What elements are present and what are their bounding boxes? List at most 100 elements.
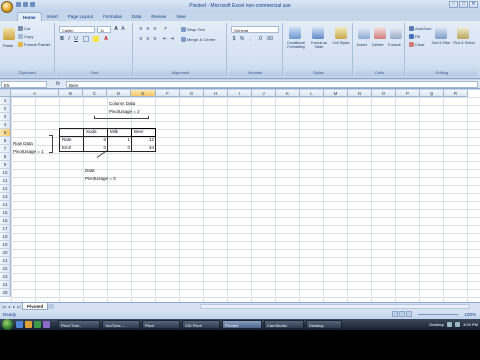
insert-function-icon[interactable]: fx: [56, 81, 60, 87]
table-header-milk[interactable]: Milk: [110, 128, 118, 136]
insert-sheet-icon[interactable]: [48, 304, 54, 309]
column-header[interactable]: R: [444, 90, 468, 97]
tab-insert[interactable]: Insert: [42, 12, 63, 21]
horizontal-scrollbar[interactable]: [200, 304, 470, 309]
column-header[interactable]: P: [396, 90, 420, 97]
tray-label[interactable]: Desktop: [429, 322, 444, 327]
cell-styles-button[interactable]: Cell Styles: [331, 41, 351, 45]
format-table-icon[interactable]: [312, 27, 324, 39]
cell-grid[interactable]: Column Data PivotUsage = 2 Row Data Pivo…: [11, 97, 480, 302]
row-header[interactable]: 21: [0, 257, 11, 265]
format-painter-button[interactable]: Format Painter: [18, 42, 50, 48]
tab-formulas[interactable]: Formulas: [98, 12, 127, 21]
font-name-select[interactable]: Calibri: [59, 26, 95, 33]
find-select-icon[interactable]: [457, 27, 469, 39]
tab-view[interactable]: View: [171, 12, 191, 21]
decrease-decimal-icon[interactable]: .00: [266, 36, 273, 42]
column-header[interactable]: K: [276, 90, 300, 97]
row-header[interactable]: 5: [0, 129, 11, 137]
network-icon[interactable]: [447, 322, 453, 327]
row-header[interactable]: 3: [0, 113, 11, 121]
table-cell[interactable]: 0: [108, 144, 131, 152]
comma-icon[interactable]: ,: [247, 36, 253, 42]
orientation-icon[interactable]: ↗: [162, 26, 168, 32]
row-header[interactable]: 14: [0, 201, 11, 209]
active-cell-selection[interactable]: [131, 128, 156, 137]
next-sheet-icon[interactable]: ▸: [12, 304, 16, 309]
sort-filter-icon[interactable]: [435, 27, 447, 39]
row-header[interactable]: 8: [0, 153, 11, 161]
row-header[interactable]: 24: [0, 281, 11, 289]
tab-data[interactable]: Data: [127, 12, 147, 21]
autosum-button[interactable]: AutoSum: [409, 26, 431, 32]
conditional-formatting-button[interactable]: Conditional Formatting: [285, 41, 307, 49]
column-header[interactable]: M: [324, 90, 348, 97]
shrink-font-button[interactable]: A: [120, 26, 126, 32]
minimize-button[interactable]: –: [449, 1, 458, 8]
paste-button[interactable]: Paste: [3, 43, 13, 48]
borders-button[interactable]: [83, 36, 89, 42]
normal-view-icon[interactable]: [392, 311, 398, 317]
page-layout-view-icon[interactable]: [399, 311, 405, 317]
table-cell[interactable]: 0: [84, 144, 107, 152]
increase-indent-icon[interactable]: ⇥: [169, 36, 175, 42]
table-cell[interactable]: 6: [84, 136, 107, 144]
column-header[interactable]: O: [372, 90, 396, 97]
row-header[interactable]: 2: [0, 105, 11, 113]
column-header[interactable]: A: [11, 90, 59, 97]
taskbar-button[interactable]: SID Pivot: [182, 320, 220, 329]
row-header[interactable]: 18: [0, 233, 11, 241]
fill-button[interactable]: Fill: [409, 34, 420, 40]
row-header[interactable]: 12: [0, 185, 11, 193]
delete-button[interactable]: Delete: [372, 42, 384, 47]
row-header[interactable]: 22: [0, 265, 11, 273]
name-box[interactable]: E5: [1, 81, 47, 88]
align-middle-icon[interactable]: ≡: [145, 26, 151, 32]
align-bottom-icon[interactable]: ≡: [152, 26, 158, 32]
paste-icon[interactable]: [3, 28, 15, 40]
percent-icon[interactable]: %: [239, 36, 245, 42]
row-header[interactable]: 25: [0, 289, 11, 297]
align-left-icon[interactable]: ≡: [138, 36, 144, 42]
row-header[interactable]: 9: [0, 161, 11, 169]
grow-font-button[interactable]: A: [113, 26, 119, 32]
row-header[interactable]: 11: [0, 177, 11, 185]
column-header[interactable]: G: [180, 90, 204, 97]
row-header[interactable]: 4: [0, 121, 11, 129]
table-cell[interactable]: 34: [132, 144, 155, 152]
column-header[interactable]: B: [59, 90, 83, 97]
align-right-icon[interactable]: ≡: [152, 36, 158, 42]
row-header[interactable]: 7: [0, 145, 11, 153]
tab-review[interactable]: Review: [146, 12, 171, 21]
bold-button[interactable]: B: [59, 36, 65, 42]
app-icon[interactable]: [43, 321, 50, 328]
row-header[interactable]: 16: [0, 217, 11, 225]
taskbar-button-active[interactable]: Pivoted: [222, 320, 262, 329]
currency-icon[interactable]: $: [231, 36, 237, 42]
sort-filter-button[interactable]: Sort & Filter: [431, 41, 451, 45]
tab-page-layout[interactable]: Page Layout: [63, 12, 98, 21]
zoom-level[interactable]: 100%: [464, 312, 476, 317]
clear-button[interactable]: Clear: [409, 42, 425, 48]
last-sheet-icon[interactable]: ▸|: [17, 304, 21, 309]
ie-icon[interactable]: [16, 321, 23, 328]
font-color-button[interactable]: A: [103, 36, 109, 42]
cut-button[interactable]: Cut: [18, 26, 30, 32]
prev-sheet-icon[interactable]: ◂: [7, 304, 11, 309]
find-select-button[interactable]: Find & Select: [453, 41, 475, 45]
taskbar-button[interactable]: Desktop: [306, 320, 342, 329]
column-header[interactable]: H: [204, 90, 228, 97]
first-sheet-icon[interactable]: |◂: [2, 304, 6, 309]
copy-button[interactable]: Copy: [18, 34, 33, 40]
excel-icon[interactable]: [34, 321, 41, 328]
tab-home[interactable]: Home: [17, 12, 42, 21]
taskbar-button[interactable]: YouTube -...: [102, 320, 140, 329]
conditional-formatting-icon[interactable]: [289, 27, 301, 39]
column-header[interactable]: N: [348, 90, 372, 97]
volume-icon[interactable]: [455, 322, 461, 327]
merge-center-button[interactable]: Merge & Center: [181, 37, 215, 43]
column-header[interactable]: I: [228, 90, 252, 97]
column-header[interactable]: D: [107, 90, 131, 97]
row-header[interactable]: 17: [0, 225, 11, 233]
row-header[interactable]: 19: [0, 241, 11, 249]
